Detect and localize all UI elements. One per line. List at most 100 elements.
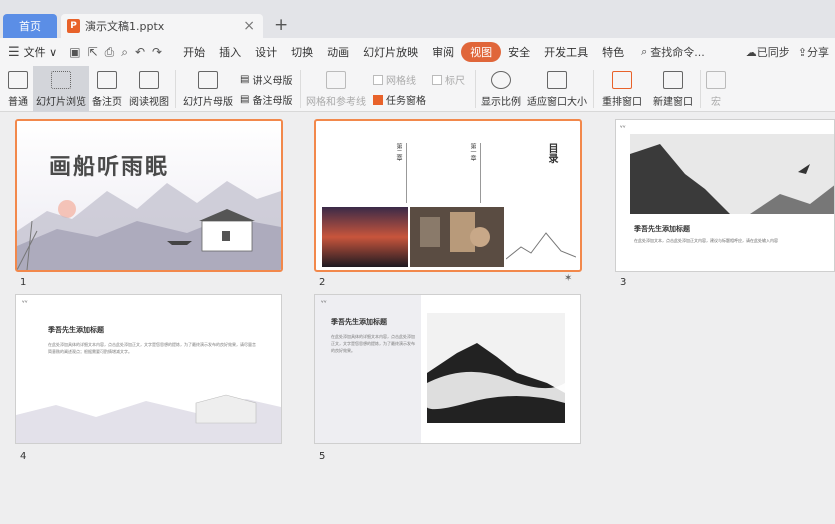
slide-2-divider [406, 143, 407, 203]
cloud-icon: ☁ [745, 46, 757, 59]
slide-number-5: 5 [319, 451, 326, 462]
slide-thumbnail-3[interactable]: ᵛᵛ 季吾先生添加标题 在此处添加文本，点击此处添加正文内容，建议与标题相呼应，… [615, 119, 835, 272]
menu-item-animation[interactable]: 动画 [320, 42, 356, 62]
new-tab-button[interactable]: + [274, 15, 288, 35]
share-icon: ⇪ [797, 46, 807, 59]
people-photo [410, 207, 504, 267]
normal-view-label: 普通 [8, 97, 28, 108]
handout-master-button[interactable]: ▤ 讲义母版 [240, 72, 292, 87]
menu-item-security[interactable]: 安全 [501, 42, 537, 62]
notes-page-button[interactable]: 备注页 [91, 66, 123, 112]
tab-home-label: 首页 [19, 20, 41, 33]
sync-label: 已同步 [756, 46, 790, 59]
arrange-window-icon [612, 71, 632, 89]
undo-icon[interactable]: ↶ [135, 45, 145, 60]
close-tab-icon[interactable]: × [243, 18, 255, 34]
task-pane-checkbox[interactable]: 任务窗格 [373, 92, 426, 107]
menu-item-insert[interactable]: 插入 [212, 42, 248, 62]
command-search-label: 查找命令... [650, 46, 705, 59]
bird-icon: ᵛᵛ [620, 124, 626, 132]
reading-view-label: 阅读视图 [129, 97, 169, 108]
slide-5-title: 季吾先生添加标题 [331, 317, 387, 326]
ribbon-separator [700, 70, 701, 108]
ribbon-separator [175, 70, 176, 108]
normal-view-button[interactable]: 普通 [4, 66, 32, 112]
fit-window-icon [547, 71, 567, 89]
ppt-file-icon: P [67, 19, 80, 33]
grid-guides-button[interactable]: 网格和参考线 [306, 66, 366, 112]
arrange-window-label: 重排窗口 [602, 97, 642, 108]
slide-3-title: 季吾先生添加标题 [634, 224, 690, 233]
sunset-photo [322, 207, 408, 267]
tab-document-label: 演示文稿1.pptx [85, 20, 165, 33]
landscape-illustration [17, 121, 281, 270]
menu-item-review[interactable]: 审阅 [425, 42, 461, 62]
task-pane-check [373, 94, 383, 105]
mountain-sketch [506, 232, 576, 260]
menu-item-start[interactable]: 开始 [176, 42, 212, 62]
arrange-window-button[interactable]: 重排窗口 [598, 66, 646, 112]
menu-tabs: 开始 插入 设计 切换 动画 幻灯片放映 审阅 视图 安全 开发工具 特色 [176, 42, 631, 62]
slide-number-1: 1 [20, 277, 27, 288]
file-menu-label: 文件 [23, 46, 46, 59]
fit-window-button[interactable]: 适应窗口大小 [526, 66, 588, 112]
share-label: 分享 [807, 46, 829, 59]
slide-thumbnail-4[interactable]: ᵛᵛ 季吾先生添加标题 在此处添加具体的详细文本内容，点击此处添加正文，文字是您… [15, 294, 282, 444]
slide-5-body: 在此处添加具体的详细文本内容，点击此处添加正文，文字是您思想的提炼，为了最终演示… [331, 334, 415, 353]
slide-2-title: 目录 [546, 143, 557, 163]
slide-sorter-area: 画船听雨眠 1 目录 第一章 第二章 2 ✶ ᵛᵛ 季吾先生添加标题 在此处添加… [0, 113, 835, 524]
hamburger-icon[interactable]: ☰ [8, 45, 20, 60]
notes-master-icon: ▤ [240, 94, 250, 105]
handout-master-icon: ▤ [240, 74, 250, 85]
slide-4-body: 在此处添加具体的详细文本内容，点击此处添加正文，文字是您思想的提炼，为了最终演示… [48, 342, 256, 354]
ruler-checkbox[interactable]: 标尺 [432, 72, 465, 87]
slide-2-section2: 第二章 [395, 143, 402, 161]
slide-2-section1: 第一章 [469, 143, 476, 161]
print-icon[interactable]: ⎙ [105, 45, 115, 60]
menu-item-design[interactable]: 设计 [248, 42, 284, 62]
gridlines-check [373, 74, 383, 85]
notes-page-icon [97, 71, 117, 89]
menu-item-slideshow[interactable]: 幻灯片放映 [356, 42, 425, 62]
print-preview-icon[interactable]: ⌕ [121, 45, 128, 60]
macro-icon [706, 71, 726, 89]
slide-sorter-button[interactable]: 幻灯片浏览 [33, 66, 89, 112]
slide-thumbnail-5[interactable]: ᵛᵛ 季吾先生添加标题 在此处添加具体的详细文本内容，点击此处添加正文，文字是您… [314, 294, 581, 444]
macro-label: 宏 [711, 97, 721, 108]
share-button[interactable]: ⇪分享 [798, 44, 829, 60]
handout-master-label: 讲义母版 [252, 76, 293, 87]
save-icon[interactable]: ▣ [69, 45, 80, 60]
slide-thumbnail-2[interactable]: 目录 第一章 第二章 [314, 119, 582, 272]
ruler-label: 标尺 [445, 76, 465, 87]
tab-document[interactable]: P 演示文稿1.pptx × [61, 14, 263, 38]
slide-number-3: 3 [620, 277, 627, 288]
new-window-button[interactable]: 新建窗口 [651, 66, 695, 112]
reading-view-button[interactable]: 阅读视图 [128, 66, 170, 112]
notes-master-button[interactable]: ▤ 备注母版 [240, 92, 292, 107]
gridlines-label: 网格线 [386, 76, 416, 87]
menu-bar: ☰ 文件 ∨ ▣ ⇱ ⎙ ⌕ ↶ ↷ 开始 插入 设计 切换 动画 幻灯片放映 … [0, 38, 835, 66]
slide-1-title: 画船听雨眠 [49, 154, 170, 180]
menu-item-features[interactable]: 特色 [595, 42, 631, 62]
command-search[interactable]: ⌕ 查找命令... [641, 44, 705, 60]
menu-item-view[interactable]: 视图 [461, 42, 502, 62]
grid-icon [326, 71, 346, 89]
zoom-button[interactable]: 显示比例 [480, 66, 522, 112]
zoom-icon [491, 71, 511, 89]
bird-icon: ᵛᵛ [22, 299, 28, 307]
zoom-label: 显示比例 [481, 97, 521, 108]
gridlines-checkbox[interactable]: 网格线 [373, 72, 416, 87]
sync-button[interactable]: ☁已同步 [746, 44, 790, 60]
macro-button[interactable]: 宏 [704, 66, 728, 112]
tab-home[interactable]: 首页 [3, 14, 57, 38]
new-window-label: 新建窗口 [653, 97, 693, 108]
menu-item-transition[interactable]: 切换 [284, 42, 320, 62]
redo-icon[interactable]: ↷ [152, 45, 162, 60]
export-icon[interactable]: ⇱ [88, 45, 98, 60]
mountain-photo [630, 134, 834, 214]
slide-master-button[interactable]: 幻灯片母版 [182, 66, 234, 112]
slide-number-4: 4 [20, 451, 27, 462]
slide-thumbnail-1[interactable]: 画船听雨眠 [15, 119, 283, 272]
menu-item-developer[interactable]: 开发工具 [537, 42, 595, 62]
file-menu[interactable]: 文件 ∨ [24, 44, 58, 60]
